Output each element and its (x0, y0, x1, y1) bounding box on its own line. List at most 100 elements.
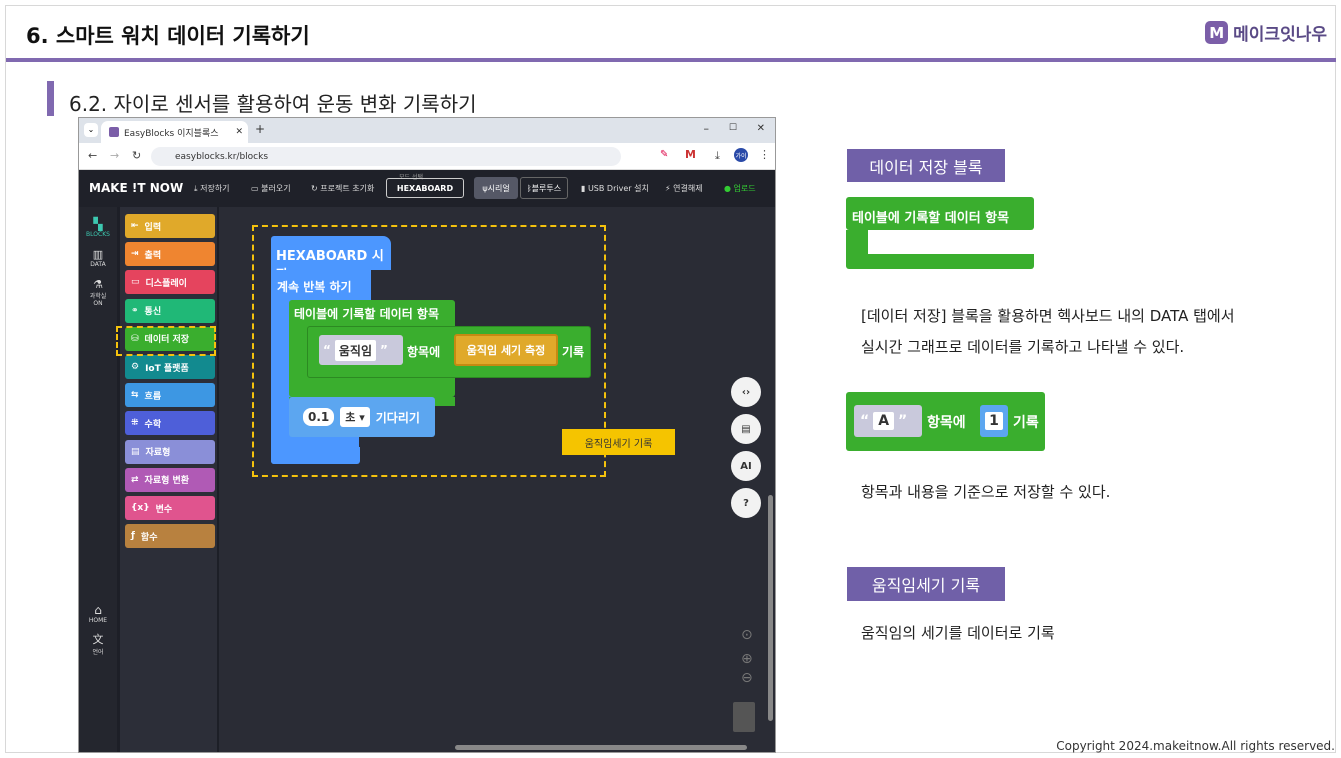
description-data-save: [데이터 저장] 블록을 활용하면 헥사보드 내의 DATA 탭에서 실시간 그… (861, 301, 1235, 363)
new-tab-icon[interactable]: + (255, 122, 265, 136)
usb-driver-button[interactable]: ▮ USB Driver 설치 (581, 183, 649, 194)
comment-button[interactable]: ▤ (731, 414, 761, 444)
category-item[interactable]: ⚙ IoT 플랫폼 (125, 355, 215, 379)
loop-block-label: 계속 반복 하기 (277, 280, 352, 294)
sidebar-item-blocks[interactable]: ▚ BLOCKS (79, 217, 117, 238)
wait-block[interactable]: 0.1 초 ▾ 기다리기 (289, 397, 435, 437)
serial-label: 시리얼 (487, 183, 510, 193)
upload-button[interactable]: ● 업로드 (724, 183, 756, 194)
category-item[interactable]: ⇥ 출력 (125, 242, 215, 267)
window-close-icon[interactable]: ✕ (757, 123, 765, 134)
browser-menu-icon[interactable]: ⋮ (759, 148, 770, 161)
category-item[interactable]: ⇄ 자료형 변환 (125, 467, 215, 492)
example-table-block: 테이블에 기록할 데이터 항목 (846, 197, 1034, 272)
profile-avatar[interactable]: 가이 (734, 148, 748, 162)
zoom-in-icon[interactable]: ⊕ (741, 651, 753, 667)
category-item[interactable]: {x} 변수 (125, 496, 215, 520)
comment-note[interactable]: 움직임세기 기록 (562, 429, 675, 455)
tag-movement-record: 움직임세기 기록 (847, 567, 1005, 601)
horizontal-scrollbar[interactable] (455, 745, 747, 750)
sidebar-item-home[interactable]: ⌂ HOME (79, 603, 117, 624)
category-icon: ⁜ (131, 418, 139, 429)
copyright: Copyright 2024.makeitnow.All rights rese… (1056, 739, 1335, 753)
highlight-data-category (116, 326, 216, 356)
favicon-icon (109, 127, 119, 137)
open-button[interactable]: ▭ 불러오기 (251, 183, 291, 194)
category-item[interactable]: ⚭ 통신 (125, 298, 215, 323)
category-icon: ⇄ (131, 474, 139, 485)
sidebar-item-data[interactable]: ▥ DATA (79, 248, 117, 268)
wait-value[interactable]: 0.1 (303, 408, 335, 426)
example-number-value: 1 (985, 412, 1003, 430)
microscope-icon: ⚗ (93, 278, 103, 291)
trash-icon[interactable] (733, 702, 755, 732)
save-button[interactable]: ⤓ 저장하기 (194, 183, 230, 194)
category-item[interactable]: ▭ 디스플레이 (125, 270, 215, 295)
description-record: 항목과 내용을 기준으로 저장할 수 있다. (861, 483, 1111, 501)
key-string-block[interactable]: “움직임” (319, 335, 403, 365)
category-item[interactable]: ⇆ 흐름 (125, 383, 215, 408)
extension-icon[interactable]: ✎ (660, 149, 668, 160)
movement-sensor-block[interactable]: 움직임 세기 측정 (454, 334, 558, 366)
maximize-icon[interactable]: ☐ (729, 123, 737, 133)
ai-button[interactable]: AI (731, 451, 761, 481)
zoom-out-icon[interactable]: ⊖ (741, 670, 753, 686)
sidebar-item-language[interactable]: 文 언어 (79, 631, 117, 656)
sidebar-data-label: DATA (90, 261, 106, 268)
description-movement: 움직임의 세기를 데이터로 기록 (861, 624, 1055, 642)
category-label: 입력 (144, 222, 162, 233)
tab-close-icon[interactable]: ✕ (235, 127, 243, 137)
example-record-block: “A” 항목에 1 기록 (846, 392, 1045, 451)
quote-open-icon: “ (323, 343, 331, 357)
help-button[interactable]: ? (731, 488, 761, 518)
translate-icon: 文 (92, 633, 104, 646)
minimize-icon[interactable]: – (704, 122, 710, 135)
reload-icon[interactable]: ↻ (132, 149, 141, 162)
tab-strip: ⌄ EasyBlocks 이지블록스 ✕ + – ☐ ✕ (79, 118, 775, 143)
forever-loop-block[interactable]: 계속 반복 하기 (271, 270, 371, 300)
disconnect-label: 연결해제 (673, 184, 703, 193)
save-label: 저장하기 (200, 184, 230, 193)
example-key-value: A (873, 412, 895, 430)
disconnect-button[interactable]: ⚡ 연결해제 (665, 183, 703, 194)
category-item[interactable]: ▤ 자료형 (125, 439, 215, 464)
example-record-word: 기록 (1013, 415, 1039, 431)
subtitle-accent (47, 81, 54, 116)
bluetooth-button[interactable]: ᛒ 블루투스 (520, 177, 568, 199)
wait-unit-select[interactable]: 초 ▾ (340, 407, 370, 427)
reset-button[interactable]: ↻ 프로젝트 초기화 (311, 183, 374, 194)
category-label: 함수 (140, 532, 158, 543)
category-icon: {x} (131, 503, 150, 513)
forward-icon[interactable]: → (110, 149, 119, 162)
sidebar-item-science[interactable]: ⚗ 과학실 ON (79, 278, 117, 307)
category-icon: ⇆ (131, 390, 139, 401)
example-number-block: 1 (980, 405, 1008, 437)
tab-search-button[interactable]: ⌄ (84, 123, 98, 137)
wait-word-label: 기다리기 (375, 410, 420, 425)
category-icon: ƒ (131, 531, 135, 542)
download-icon[interactable]: ⤓ (715, 149, 720, 163)
gmail-icon[interactable]: M (685, 148, 696, 161)
browser-tab[interactable]: EasyBlocks 이지블록스 ✕ (101, 121, 248, 143)
url-field[interactable]: easyblocks.kr/blocks (151, 147, 621, 166)
code-view-button[interactable]: ‹› (731, 377, 761, 407)
url-text: easyblocks.kr/blocks (175, 151, 269, 162)
block-palette: ⇤ 입력 ⇥ 출력 ▭ 디스플레이 ⚭ 통신 ⛁ 데이터 저장 ⚙ IoT 플랫폼 ⇆ 흐름 ⁜ 수학 ▤ 자료형… (120, 207, 217, 752)
title-divider (6, 58, 1336, 62)
category-item[interactable]: ƒ 함수 (125, 524, 215, 549)
back-icon[interactable]: ← (88, 149, 97, 162)
usb-label: USB Driver 설치 (587, 184, 649, 193)
serial-button[interactable]: ψ 시리얼 (474, 177, 518, 199)
block-workspace[interactable]: HEXABOARD 시작 계속 반복 하기 테이블에 기록할 데이터 항목 “움… (219, 207, 775, 752)
mode-select[interactable]: HEXABOARD (386, 178, 464, 198)
record-word-label: 기록 (562, 345, 585, 359)
category-item[interactable]: ⁜ 수학 (125, 411, 215, 436)
category-label: 통신 (144, 307, 162, 318)
address-bar-row: ← → ↻ easyblocks.kr/blocks ✎ M ⤓ 가이 ⋮ (79, 143, 775, 170)
example-item-word: 항목에 (927, 415, 966, 431)
hexaboard-start-block[interactable]: HEXABOARD 시작 (271, 236, 391, 283)
vertical-scrollbar[interactable] (768, 495, 773, 721)
category-item[interactable]: ⇤ 입력 (125, 214, 215, 238)
category-icon: ⚭ (131, 305, 139, 316)
center-icon[interactable]: ⊙ (741, 627, 753, 643)
